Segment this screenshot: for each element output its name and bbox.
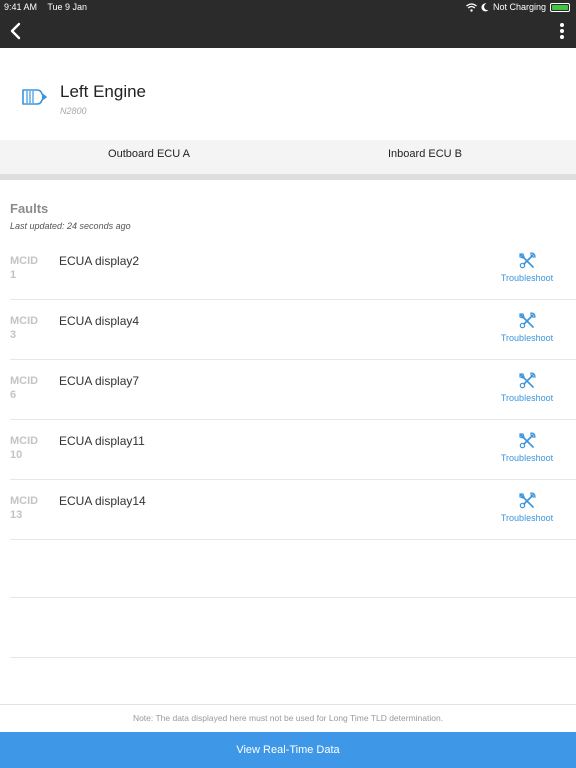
mcid-value: 1 — [10, 269, 17, 281]
troubleshoot-button[interactable]: Troubleshoot — [492, 372, 562, 403]
mcid-block: MCID 10 — [10, 434, 38, 462]
mcid-block: MCID 13 — [10, 494, 38, 522]
faults-section: Faults Last updated: 24 seconds ago MCID… — [0, 180, 576, 704]
faults-title: Faults — [10, 201, 49, 216]
fault-display: ECUA display14 — [59, 494, 146, 508]
fault-row: MCID 10 ECUA display11 Troubleshoot — [10, 420, 576, 480]
mcid-label: MCID — [10, 375, 39, 387]
status-date: Tue 9 Jan — [47, 2, 88, 12]
vertical-ellipsis-icon — [560, 23, 564, 39]
engine-header: Left Engine N2800 — [0, 48, 576, 140]
mcid-value: 3 — [10, 329, 17, 341]
tools-icon — [519, 372, 536, 389]
troubleshoot-button[interactable]: Troubleshoot — [492, 252, 562, 283]
fault-row: MCID 1 ECUA display2 Troubleshoot — [10, 240, 576, 300]
nav-bar — [0, 14, 576, 48]
fault-row: MCID 6 ECUA display7 Troubleshoot — [10, 360, 576, 420]
troubleshoot-button[interactable]: Troubleshoot — [492, 312, 562, 343]
troubleshoot-label: Troubleshoot — [500, 453, 554, 463]
troubleshoot-label: Troubleshoot — [500, 513, 554, 523]
mcid-block: MCID 3 — [10, 314, 38, 342]
mcid-block: MCID 6 — [10, 374, 38, 402]
mcid-block: MCID 1 — [10, 254, 38, 282]
engine-icon — [22, 89, 47, 105]
disclaimer-note: Note: The data displayed here must not b… — [0, 704, 576, 732]
fault-display: ECUA display7 — [59, 374, 140, 388]
troubleshoot-button[interactable]: Troubleshoot — [492, 432, 562, 463]
view-real-time-data-button[interactable]: View Real-Time Data — [0, 732, 576, 768]
troubleshoot-label: Troubleshoot — [500, 393, 554, 403]
tab-outboard-ecu-a[interactable]: Outboard ECU A — [5, 140, 293, 174]
row-divider — [10, 597, 576, 598]
fault-row: MCID 13 ECUA display14 Troubleshoot — [10, 480, 576, 540]
moon-icon — [481, 2, 489, 11]
chevron-left-icon — [10, 22, 21, 40]
tools-icon — [519, 312, 536, 329]
fault-display: ECUA display2 — [59, 254, 140, 268]
tools-icon — [519, 492, 536, 509]
charging-status: Not Charging — [492, 2, 546, 12]
troubleshoot-label: Troubleshoot — [500, 333, 554, 343]
row-divider — [10, 657, 576, 658]
mcid-value: 13 — [10, 509, 23, 521]
tools-icon — [519, 252, 536, 269]
ecu-tabs: Outboard ECU A Inboard ECU B — [0, 140, 576, 174]
mcid-value: 6 — [10, 389, 17, 401]
back-button[interactable] — [6, 21, 26, 41]
mcid-value: 10 — [10, 449, 23, 461]
troubleshoot-label: Troubleshoot — [500, 273, 554, 283]
troubleshoot-button[interactable]: Troubleshoot — [492, 492, 562, 523]
fault-display: ECUA display11 — [59, 434, 145, 448]
tab-inboard-ecu-b[interactable]: Inboard ECU B — [281, 140, 569, 174]
more-button[interactable] — [554, 21, 570, 41]
wifi-icon — [466, 2, 477, 12]
fault-row: MCID 3 ECUA display4 Troubleshoot — [10, 300, 576, 360]
fault-display: ECUA display4 — [59, 314, 140, 328]
engine-subtitle: N2800 — [60, 106, 87, 116]
battery-fill — [552, 4, 568, 10]
mcid-label: MCID — [10, 255, 39, 267]
status-time: 9:41 AM — [4, 2, 38, 12]
battery-icon — [550, 2, 570, 12]
mcid-label: MCID — [10, 435, 39, 447]
faults-last-updated: Last updated: 24 seconds ago — [10, 221, 131, 231]
mcid-label: MCID — [10, 315, 39, 327]
status-bar: 9:41 AM Tue 9 Jan Not Charging — [0, 0, 576, 14]
engine-title: Left Engine — [60, 82, 147, 101]
tools-icon — [519, 432, 536, 449]
mcid-label: MCID — [10, 495, 39, 507]
